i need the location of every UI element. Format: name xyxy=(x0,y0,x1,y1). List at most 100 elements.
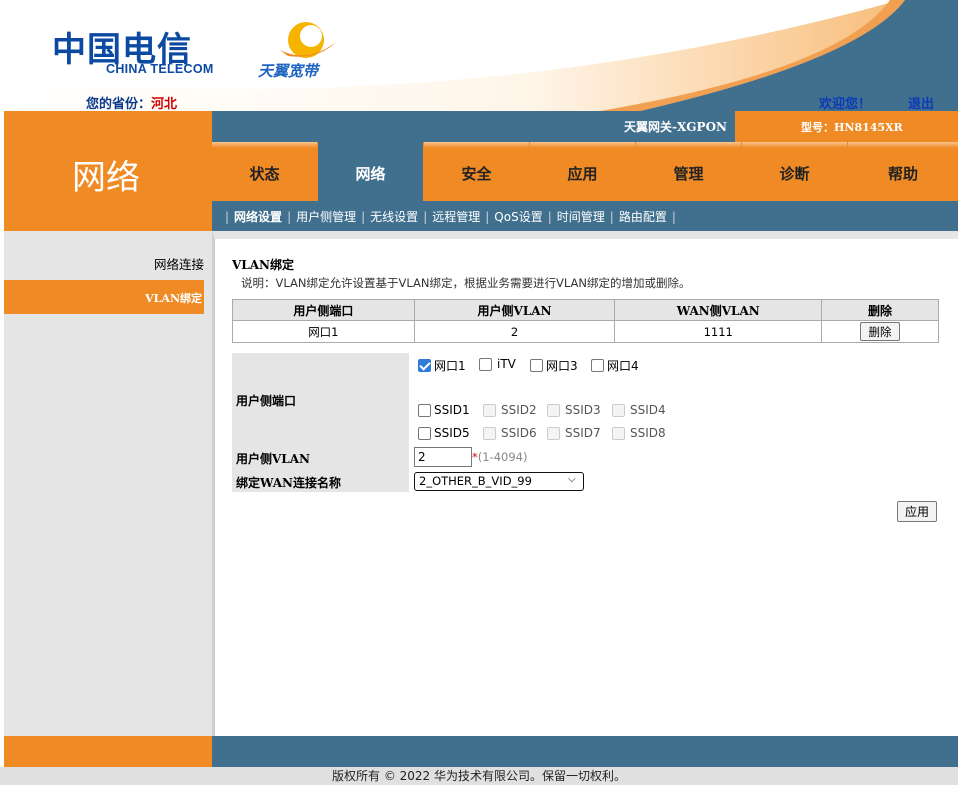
checkbox-box xyxy=(483,426,496,440)
section-title: 网络 xyxy=(72,158,140,198)
checkbox-ssid6: SSID6 xyxy=(483,426,537,440)
tianyi-broadband-logo-text: 天翼宽带 xyxy=(258,62,319,80)
tab-help[interactable]: 帮助 xyxy=(848,142,958,201)
model-label: 型号：HN8145XR xyxy=(801,121,903,134)
logout-link[interactable]: 退出 xyxy=(908,93,934,112)
tab-label: 状态 xyxy=(249,165,280,183)
checkbox-label: SSID7 xyxy=(565,426,601,440)
delete-button[interactable]: 删除 xyxy=(860,322,901,341)
sidebar-item-network-connection[interactable]: 网络连接 xyxy=(4,254,204,273)
cell-user-vlan: 2 xyxy=(413,320,616,343)
checkbox-box[interactable] xyxy=(418,359,431,372)
checkbox-lan3[interactable]: 网口3 xyxy=(530,357,578,374)
province-label: 您的省份： xyxy=(86,97,152,112)
checkbox-box[interactable] xyxy=(530,359,543,372)
subnav-route-config[interactable]: 路由配置 xyxy=(619,210,667,224)
cell-user-port: 网口1 xyxy=(232,320,415,343)
subnav-wireless-settings[interactable]: 无线设置 xyxy=(370,210,418,224)
column-header: 用户侧端口 xyxy=(232,299,415,321)
checkbox-label: 网口1 xyxy=(434,359,466,373)
checkbox-label: SSID5 xyxy=(434,426,470,440)
subnav-qos-settings[interactable]: QoS设置 xyxy=(494,210,542,224)
subnav-user-side-management[interactable]: 用户侧管理 xyxy=(296,210,356,224)
tab-label: 帮助 xyxy=(887,165,918,183)
tab-label: 安全 xyxy=(461,165,492,183)
subnav-separator: | xyxy=(225,210,230,224)
province-info: 您的省份：河北 xyxy=(86,93,177,112)
subnav-separator: | xyxy=(485,210,490,224)
chevron-down-icon: ⌵ xyxy=(568,474,576,485)
sidebar-item-vlan-binding[interactable]: VLAN绑定 xyxy=(4,280,204,314)
checkbox-box xyxy=(612,426,625,440)
checkbox-ssid5[interactable]: SSID5 xyxy=(418,426,470,440)
subnav-separator: | xyxy=(361,210,366,224)
form-label-column xyxy=(232,353,409,492)
tab-label: 诊断 xyxy=(779,165,810,183)
subnav-separator: | xyxy=(547,210,552,224)
province-value: 河北 xyxy=(151,97,178,112)
column-header: 用户侧VLAN xyxy=(413,299,616,321)
wan-connection-label: 绑定WAN连接名称 xyxy=(236,476,341,490)
apply-button[interactable]: 应用 xyxy=(897,501,937,522)
checkbox-ssid2: SSID2 xyxy=(483,403,537,417)
vlan-range-text: (1-4094) xyxy=(477,450,528,464)
tab-label: 网络 xyxy=(355,165,386,183)
table-header-row: 用户侧端口 用户侧VLAN WAN侧VLAN 删除 xyxy=(232,299,939,321)
tab-gloss xyxy=(636,142,741,148)
checkbox-lan1[interactable]: 网口1 xyxy=(418,357,466,374)
checkbox-box xyxy=(483,403,496,417)
tab-label: 管理 xyxy=(673,165,704,183)
checkbox-box[interactable] xyxy=(418,426,431,440)
page-title: VLAN绑定 xyxy=(232,258,295,272)
tab-label: 应用 xyxy=(567,165,598,183)
subnav-time-management[interactable]: 时间管理 xyxy=(557,210,605,224)
checkbox-ssid1[interactable]: SSID1 xyxy=(418,403,470,417)
tab-gloss xyxy=(848,142,958,148)
subnav-network-settings[interactable]: 网络设置 xyxy=(234,210,282,224)
vlan-binding-table: 用户侧端口 用户侧VLAN WAN侧VLAN 删除 网口1 2 1111 删除 xyxy=(232,299,939,343)
subnav-separator: | xyxy=(671,210,676,224)
checkbox-box[interactable] xyxy=(591,359,604,372)
footer-band-left xyxy=(4,736,212,767)
checkbox-ssid3: SSID3 xyxy=(547,403,601,417)
tab-gloss xyxy=(530,142,635,148)
column-header: 删除 xyxy=(821,299,939,321)
checkbox-label: SSID4 xyxy=(630,403,666,417)
subnav-remote-management[interactable]: 远程管理 xyxy=(432,210,480,224)
checkbox-label: SSID6 xyxy=(501,426,537,440)
user-port-label: 用户侧端口 xyxy=(236,394,297,408)
tab-application[interactable]: 应用 xyxy=(530,142,635,201)
vlan-range-hint: *(1-4094) xyxy=(472,450,527,464)
checkbox-ssid8: SSID8 xyxy=(612,426,666,440)
wan-select-value: 2_OTHER_B_VID_99 xyxy=(419,474,532,488)
checkbox-label: SSID1 xyxy=(434,403,470,417)
user-vlan-label: 用户侧VLAN xyxy=(236,452,311,466)
tab-diagnosis[interactable]: 诊断 xyxy=(742,142,847,201)
checkbox-label: iTV xyxy=(497,357,516,371)
checkbox-lan4[interactable]: 网口4 xyxy=(591,357,639,374)
table-row: 网口1 2 1111 删除 xyxy=(232,320,939,343)
tab-management[interactable]: 管理 xyxy=(636,142,741,201)
checkbox-box xyxy=(612,403,625,417)
tab-network[interactable]: 网络 xyxy=(318,142,423,201)
tab-security[interactable]: 安全 xyxy=(424,142,529,201)
cell-wan-vlan: 1111 xyxy=(614,320,823,343)
checkbox-box xyxy=(547,403,560,417)
checkbox-itv[interactable]: iTV xyxy=(479,357,516,371)
user-vlan-input[interactable] xyxy=(414,447,472,467)
subnav-items: | 网络设置 | 用户侧管理 | 无线设置 | 远程管理 | QoS设置 | 时间管理 | 路由配置 | xyxy=(220,208,681,225)
subnav-separator: | xyxy=(423,210,428,224)
china-telecom-logo-en: CHINA TELECOM xyxy=(106,62,214,76)
checkbox-label: SSID2 xyxy=(501,403,537,417)
subnav-separator: | xyxy=(287,210,292,224)
checkbox-ssid4: SSID4 xyxy=(612,403,666,417)
column-header: WAN侧VLAN xyxy=(614,299,823,321)
tab-status[interactable]: 状态 xyxy=(212,142,317,201)
tab-gloss xyxy=(742,142,847,148)
sidebar-item-label: VLAN绑定 xyxy=(145,292,202,305)
page-description: 说明：VLAN绑定允许设置基于VLAN绑定，根据业务需要进行VLAN绑定的增加或… xyxy=(241,276,691,290)
tab-gloss xyxy=(212,142,317,148)
checkbox-box[interactable] xyxy=(418,403,431,417)
cell-delete: 删除 xyxy=(821,320,939,343)
checkbox-box[interactable] xyxy=(479,357,492,371)
